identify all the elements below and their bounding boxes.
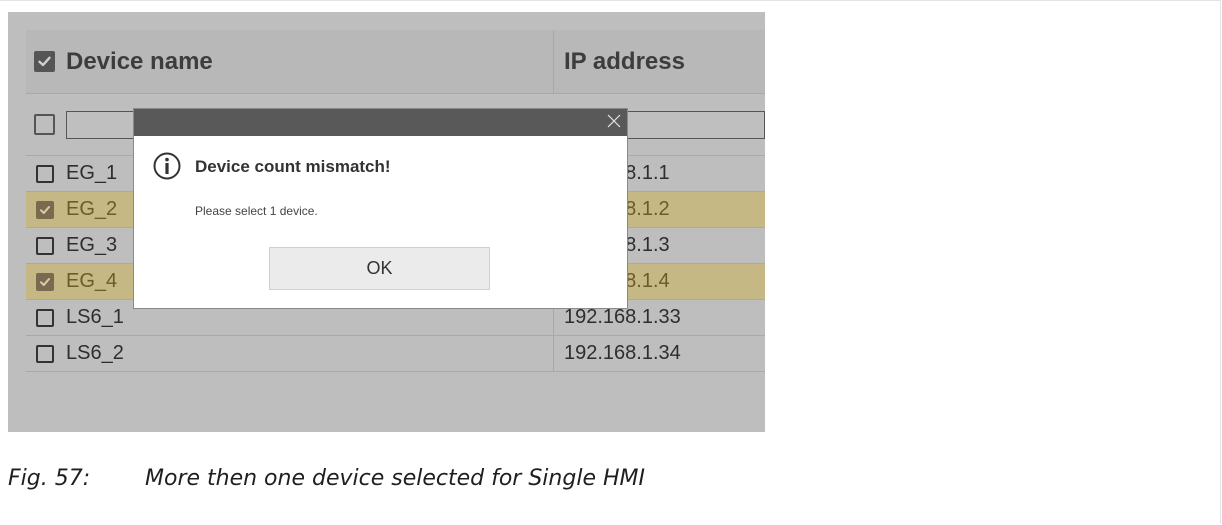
filter-checkbox[interactable]: [34, 114, 55, 135]
row-checkbox-cell: [26, 200, 63, 219]
column-header-ip-address[interactable]: IP address: [554, 30, 765, 93]
row-checkbox[interactable]: [35, 344, 54, 363]
info-icon: [152, 151, 182, 186]
checkmark-icon: [39, 277, 50, 286]
header-checkbox-cell: [26, 51, 63, 72]
filter-checkbox-cell: [26, 114, 63, 135]
screenshot-region: Device name IP address EG_1 192.168.1.1: [8, 12, 765, 432]
row-checkbox[interactable]: [35, 164, 54, 183]
checkmark-icon: [38, 56, 51, 67]
select-all-checkbox[interactable]: [34, 51, 55, 72]
row-checkbox-cell: [26, 272, 63, 291]
device-count-mismatch-dialog: Device count mismatch! Please select 1 d…: [134, 109, 627, 308]
figure-caption-text: More then one device selected for Single…: [145, 466, 645, 491]
row-checkbox-cell: [26, 308, 63, 327]
close-icon: [607, 114, 621, 128]
device-name-cell: LS6_2: [63, 336, 554, 371]
row-checkbox-cell: [26, 164, 63, 183]
row-checkbox[interactable]: [35, 308, 54, 327]
ip-address-cell: 192.168.1.34: [564, 342, 681, 364]
table-row[interactable]: LS6_2 192.168.1.34: [26, 336, 765, 372]
row-checkbox[interactable]: [35, 200, 54, 219]
close-dialog-button[interactable]: [604, 111, 624, 131]
table-header: Device name IP address: [26, 30, 765, 94]
figure-number: Fig. 57:: [8, 466, 91, 491]
checkmark-icon: [39, 205, 50, 214]
dialog-title: Device count mismatch!: [195, 157, 391, 176]
column-header-device-name[interactable]: Device name: [63, 30, 554, 93]
row-checkbox[interactable]: [35, 272, 54, 291]
row-checkbox-cell: [26, 344, 63, 363]
figure-caption: Fig. 57: More then one device selected fo…: [8, 466, 645, 491]
dialog-message: Please select 1 device.: [195, 204, 318, 218]
dialog-titlebar: [134, 109, 627, 136]
ok-button[interactable]: OK: [269, 247, 490, 290]
row-checkbox[interactable]: [35, 236, 54, 255]
row-checkbox-cell: [26, 236, 63, 255]
